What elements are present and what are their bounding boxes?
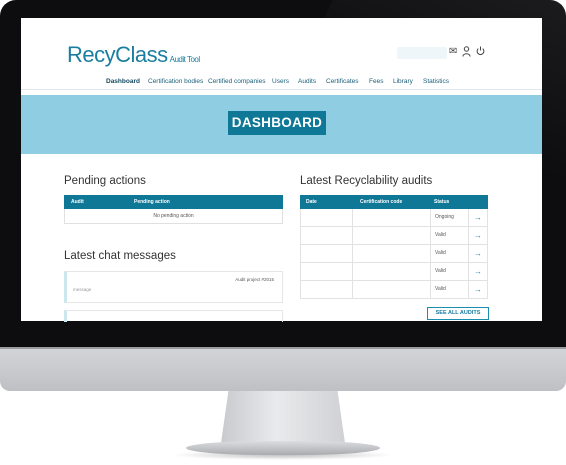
cell-status: Valid — [431, 281, 469, 298]
cell-status: Valid — [431, 245, 469, 262]
chat-message[interactable]: Audit project #2015 message — [64, 271, 283, 303]
page-title: DASHBOARD — [228, 111, 326, 135]
nav-fees[interactable]: Fees — [369, 78, 383, 85]
monitor-stand-neck — [221, 391, 345, 443]
audits-header: Date Certification code Status — [300, 195, 488, 209]
arrow-right-icon[interactable]: → — [469, 281, 487, 298]
cell-date — [301, 263, 353, 280]
nav-certificates[interactable]: Certificates — [326, 78, 359, 85]
cell-code — [353, 281, 431, 298]
pending-empty-row: No pending action — [64, 209, 283, 224]
cell-status: Ongoing — [431, 209, 469, 226]
cell-date — [301, 227, 353, 244]
cell-status: Valid — [431, 227, 469, 244]
see-all-audits-button[interactable]: SEE ALL AUDITS — [427, 307, 489, 320]
col-date: Date — [306, 199, 317, 205]
mail-icon[interactable]: ✉ — [449, 46, 457, 58]
arrow-right-icon[interactable]: → — [469, 227, 487, 244]
header-search-field[interactable] — [397, 47, 447, 59]
table-row[interactable]: Valid → — [300, 227, 488, 245]
arrow-right-icon[interactable]: → — [469, 263, 487, 280]
chat-text: message — [73, 287, 92, 292]
user-icon[interactable] — [462, 46, 471, 61]
chat-author: Audit project #2015 — [235, 277, 274, 282]
nav-certification-bodies[interactable]: Certification bodies — [148, 78, 203, 85]
dashboard-banner: DASHBOARD — [21, 95, 542, 154]
monitor-mockup: RecyClass Audit Tool ✉ Dashboard Certific… — [0, 0, 566, 465]
col-pending-action: Pending action — [134, 199, 170, 205]
table-row[interactable]: Valid → — [300, 263, 488, 281]
nav-dashboard[interactable]: Dashboard — [106, 78, 140, 85]
chin-divider — [0, 347, 566, 349]
app-header: RecyClass Audit Tool ✉ — [21, 18, 542, 74]
col-audit: Audit — [71, 199, 84, 205]
logo-main-text: RecyClass — [67, 42, 168, 67]
chat-message[interactable] — [64, 310, 283, 322]
chat-title: Latest chat messages — [64, 250, 176, 262]
col-status: Status — [434, 199, 450, 205]
arrow-right-icon[interactable]: → — [469, 245, 487, 262]
pending-actions-table: Audit Pending action No pending action — [64, 195, 283, 224]
cell-code — [353, 263, 431, 280]
monitor-chin — [0, 347, 566, 391]
power-icon[interactable] — [476, 46, 485, 60]
arrow-right-icon[interactable]: → — [469, 209, 487, 226]
logo-sub-text: Audit Tool — [169, 55, 201, 64]
main-nav: Dashboard Certification bodies Certified… — [21, 76, 542, 90]
nav-certified-companies[interactable]: Certified companies — [208, 78, 265, 85]
nav-users[interactable]: Users — [272, 78, 289, 85]
cell-code — [353, 227, 431, 244]
pending-actions-header: Audit Pending action — [64, 195, 283, 209]
pending-actions-title: Pending actions — [64, 175, 146, 187]
cell-code — [353, 209, 431, 226]
app-logo[interactable]: RecyClass Audit Tool — [67, 42, 200, 68]
cell-status: Valid — [431, 263, 469, 280]
cell-date — [301, 281, 353, 298]
nav-statistics[interactable]: Statistics — [423, 78, 449, 85]
nav-library[interactable]: Library — [393, 78, 413, 85]
table-row[interactable]: Ongoing → — [300, 209, 488, 227]
cell-date — [301, 209, 353, 226]
cell-code — [353, 245, 431, 262]
audits-table: Date Certification code Status Ongoing →… — [300, 195, 488, 299]
table-row[interactable]: Valid → — [300, 245, 488, 263]
audits-title: Latest Recyclability audits — [300, 175, 433, 187]
cell-date — [301, 245, 353, 262]
table-row[interactable]: Valid → — [300, 281, 488, 299]
monitor-stand-foot — [186, 441, 380, 455]
col-certification-code: Certification code — [360, 199, 403, 205]
nav-audits[interactable]: Audits — [298, 78, 316, 85]
